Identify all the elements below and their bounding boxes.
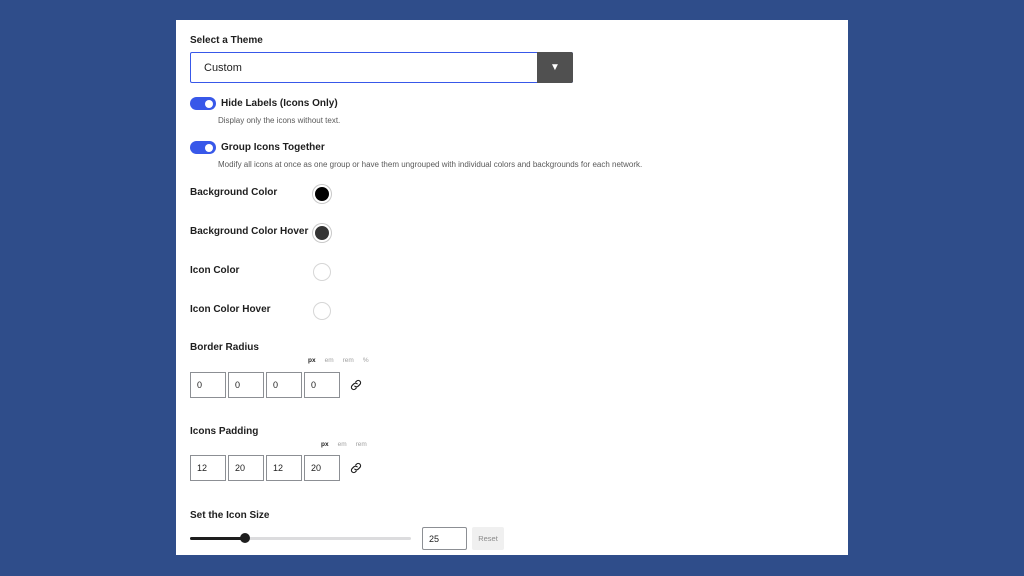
border-radius-left-input[interactable]: 0 <box>304 372 340 398</box>
unit-rem[interactable]: rem <box>356 441 367 448</box>
border-radius-label: Border Radius <box>190 342 259 353</box>
dropdown-arrow-icon[interactable]: ▼ <box>537 52 573 83</box>
icon-size-slider-track[interactable] <box>190 537 411 540</box>
icons-padding-inputs: 12 20 12 20 <box>190 455 342 481</box>
background-color-hover-label: Background Color Hover <box>190 226 309 237</box>
unit-percent[interactable]: % <box>363 357 369 364</box>
background-color-label: Background Color <box>190 187 278 198</box>
border-radius-bottom-input[interactable]: 0 <box>266 372 302 398</box>
icon-size-slider-thumb[interactable] <box>240 533 251 543</box>
hide-labels-toggle[interactable] <box>190 97 216 110</box>
background-color-hover-swatch[interactable] <box>313 224 331 242</box>
hide-labels-help: Display only the icons without text. <box>218 116 341 125</box>
unit-px[interactable]: px <box>308 357 316 364</box>
link-icon[interactable] <box>349 378 363 392</box>
padding-top-input[interactable]: 12 <box>190 455 226 481</box>
link-icon[interactable] <box>349 461 363 475</box>
icons-padding-units: px em rem <box>321 441 367 448</box>
icon-color-hover-swatch[interactable] <box>313 302 331 320</box>
settings-panel: Select a Theme Custom ▼ Hide Labels (Ico… <box>176 20 848 555</box>
icon-color-swatch[interactable] <box>313 263 331 281</box>
icon-size-label: Set the Icon Size <box>190 510 270 521</box>
padding-bottom-input[interactable]: 12 <box>266 455 302 481</box>
padding-left-input[interactable]: 20 <box>304 455 340 481</box>
toggle-knob <box>205 143 213 152</box>
group-icons-title: Group Icons Together <box>221 142 325 153</box>
unit-rem[interactable]: rem <box>343 357 354 364</box>
background-color-swatch[interactable] <box>313 185 331 203</box>
unit-px[interactable]: px <box>321 441 329 448</box>
border-radius-right-input[interactable]: 0 <box>228 372 264 398</box>
toggle-knob <box>205 99 213 108</box>
unit-em[interactable]: em <box>325 357 334 364</box>
reset-button[interactable]: Reset <box>472 527 504 550</box>
theme-select[interactable]: Custom ▼ <box>190 52 573 83</box>
unit-em[interactable]: em <box>338 441 347 448</box>
hide-labels-title: Hide Labels (Icons Only) <box>221 98 338 109</box>
icon-color-label: Icon Color <box>190 265 240 276</box>
icons-padding-label: Icons Padding <box>190 426 259 437</box>
theme-select-value: Custom <box>204 61 242 74</box>
border-radius-inputs: 0 0 0 0 <box>190 372 342 398</box>
icon-size-input[interactable]: 25 <box>422 527 467 550</box>
group-icons-toggle[interactable] <box>190 141 216 154</box>
padding-right-input[interactable]: 20 <box>228 455 264 481</box>
theme-label: Select a Theme <box>190 35 263 46</box>
icon-size-slider-fill <box>190 537 246 540</box>
icon-color-hover-label: Icon Color Hover <box>190 304 271 315</box>
group-icons-help: Modify all icons at once as one group or… <box>218 160 643 169</box>
border-radius-top-input[interactable]: 0 <box>190 372 226 398</box>
border-radius-units: px em rem % <box>308 357 369 364</box>
